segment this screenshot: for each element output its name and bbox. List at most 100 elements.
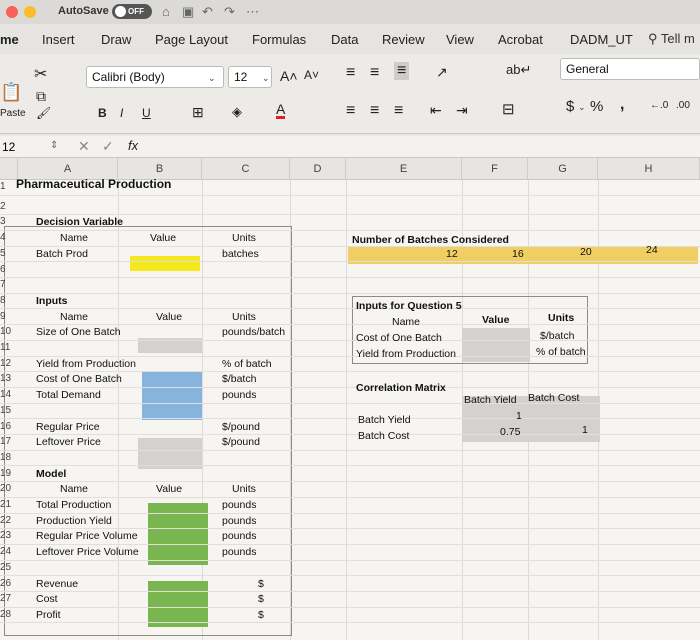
- row-number[interactable]: 15: [0, 405, 14, 416]
- align-center-icon[interactable]: ≡: [370, 102, 379, 120]
- cell-a[interactable]: Regular Price Volume: [36, 530, 138, 542]
- row-number[interactable]: 22: [0, 515, 14, 526]
- cell-a[interactable]: Name: [60, 483, 88, 495]
- batches-value-20[interactable]: 20: [580, 246, 592, 258]
- paste-icon[interactable]: 📋: [0, 82, 22, 103]
- column-header-e[interactable]: E: [346, 158, 462, 180]
- cell-c[interactable]: Units: [232, 232, 256, 244]
- cell-c[interactable]: $: [258, 578, 264, 590]
- wrap-text-icon[interactable]: ab↵: [506, 62, 531, 78]
- cancel-entry-icon[interactable]: ✕: [78, 138, 90, 155]
- cut-icon[interactable]: ✂: [34, 64, 47, 84]
- cell-c[interactable]: pounds/batch: [222, 326, 285, 338]
- tab-acrobat[interactable]: Acrobat: [498, 32, 543, 47]
- chevron-down-icon[interactable]: ⌄: [578, 102, 586, 113]
- copy-icon[interactable]: ⧉: [36, 88, 46, 105]
- cell-a[interactable]: Revenue: [36, 578, 78, 590]
- home-icon[interactable]: ⌂: [162, 4, 170, 19]
- cell-a[interactable]: Batch Prod: [36, 248, 88, 260]
- cell-a[interactable]: Name: [60, 311, 88, 323]
- comma-button[interactable]: ,: [620, 96, 624, 114]
- tab-review[interactable]: Review: [382, 32, 425, 47]
- merge-center-icon[interactable]: ⊟: [502, 100, 515, 118]
- cell-a[interactable]: Size of One Batch: [36, 326, 121, 338]
- decrease-indent-icon[interactable]: ⇤: [430, 102, 442, 119]
- chevron-down-icon[interactable]: ⌄: [262, 73, 270, 84]
- row-number[interactable]: 27: [0, 593, 14, 604]
- close-window-icon[interactable]: [6, 6, 18, 18]
- undo-icon[interactable]: ↶: [202, 4, 213, 20]
- chevron-down-icon[interactable]: ⌄: [208, 73, 216, 84]
- row-number[interactable]: 19: [0, 468, 14, 479]
- cell-a[interactable]: Regular Price: [36, 421, 100, 433]
- cell-b[interactable]: Value: [156, 311, 182, 323]
- tab-dadm-ut[interactable]: DADM_UT: [570, 32, 633, 47]
- column-header-h[interactable]: H: [598, 158, 700, 180]
- row-number[interactable]: 1: [0, 181, 14, 192]
- row-number[interactable]: 25: [0, 562, 14, 573]
- row-number[interactable]: 21: [0, 499, 14, 510]
- column-header-d[interactable]: D: [290, 158, 346, 180]
- cell-a[interactable]: Leftover Price: [36, 436, 101, 448]
- format-painter-icon[interactable]: 🖌: [36, 106, 51, 120]
- cell-c[interactable]: pounds: [222, 389, 256, 401]
- cell-c[interactable]: Units: [232, 311, 256, 323]
- cell-c[interactable]: $: [258, 593, 264, 605]
- align-top-icon[interactable]: ≡: [346, 64, 355, 82]
- redo-icon[interactable]: ↷: [224, 4, 235, 20]
- row-number[interactable]: 18: [0, 452, 14, 463]
- name-box-stepper-icon[interactable]: ⇕: [50, 140, 58, 151]
- orientation-icon[interactable]: ↗: [436, 64, 448, 81]
- save-icon[interactable]: ▣: [182, 4, 194, 20]
- decrease-decimal-icon[interactable]: .00: [676, 100, 690, 111]
- cell-b[interactable]: Value: [150, 232, 176, 244]
- row-number[interactable]: 26: [0, 578, 14, 589]
- row-number[interactable]: 24: [0, 546, 14, 557]
- corr-value-21[interactable]: 0.75: [500, 426, 520, 438]
- percent-button[interactable]: %: [590, 98, 603, 115]
- row-number[interactable]: 28: [0, 609, 14, 620]
- cell-c[interactable]: pounds: [222, 546, 256, 558]
- row-number[interactable]: 7: [0, 279, 14, 290]
- tab-home[interactable]: me: [0, 32, 19, 47]
- bold-button[interactable]: B: [98, 106, 107, 120]
- row-number[interactable]: 12: [0, 358, 14, 369]
- align-left-icon[interactable]: ≡: [346, 102, 355, 120]
- cell-c[interactable]: batches: [222, 248, 259, 260]
- row-number[interactable]: 6: [0, 264, 14, 275]
- font-name-select[interactable]: Calibri (Body): [86, 66, 224, 88]
- row-number[interactable]: 3: [0, 216, 14, 227]
- cell-a[interactable]: Leftover Price Volume: [36, 546, 139, 558]
- insert-function-button[interactable]: fx: [128, 138, 138, 153]
- align-right-icon[interactable]: ≡: [394, 102, 403, 120]
- more-icon[interactable]: ⋯: [246, 4, 259, 20]
- row-number[interactable]: 13: [0, 373, 14, 384]
- row-number[interactable]: 16: [0, 421, 14, 432]
- fill-color-icon[interactable]: ◈: [232, 104, 242, 120]
- tab-insert[interactable]: Insert: [42, 32, 75, 47]
- row-number[interactable]: 4: [0, 232, 14, 243]
- cell-a[interactable]: Cost of One Batch: [36, 373, 122, 385]
- cell-a[interactable]: Total Demand: [36, 389, 101, 401]
- decrease-font-icon[interactable]: A˅: [304, 68, 319, 82]
- row-number[interactable]: 10: [0, 326, 14, 337]
- cell-c[interactable]: pounds: [222, 515, 256, 527]
- borders-icon[interactable]: ⊞: [192, 104, 204, 121]
- minimize-window-icon[interactable]: [24, 6, 36, 18]
- row-number[interactable]: 9: [0, 311, 14, 322]
- cell-a[interactable]: Yield from Production: [36, 358, 136, 370]
- row-number[interactable]: 20: [0, 483, 14, 494]
- cell-c[interactable]: pounds: [222, 530, 256, 542]
- cell-a[interactable]: Production Yield: [36, 515, 112, 527]
- column-header-f[interactable]: F: [462, 158, 528, 180]
- font-color-icon[interactable]: A: [276, 102, 286, 119]
- corr-value-22[interactable]: 1: [582, 424, 588, 436]
- tab-draw[interactable]: Draw: [101, 32, 131, 47]
- cell-a[interactable]: Profit: [36, 609, 61, 621]
- increase-indent-icon[interactable]: ⇥: [456, 102, 468, 119]
- row-number[interactable]: 23: [0, 530, 14, 541]
- cell-c[interactable]: Units: [232, 483, 256, 495]
- number-format-select[interactable]: General: [560, 58, 700, 80]
- tab-page-layout[interactable]: Page Layout: [155, 32, 228, 47]
- increase-decimal-icon[interactable]: ←.0: [650, 100, 668, 111]
